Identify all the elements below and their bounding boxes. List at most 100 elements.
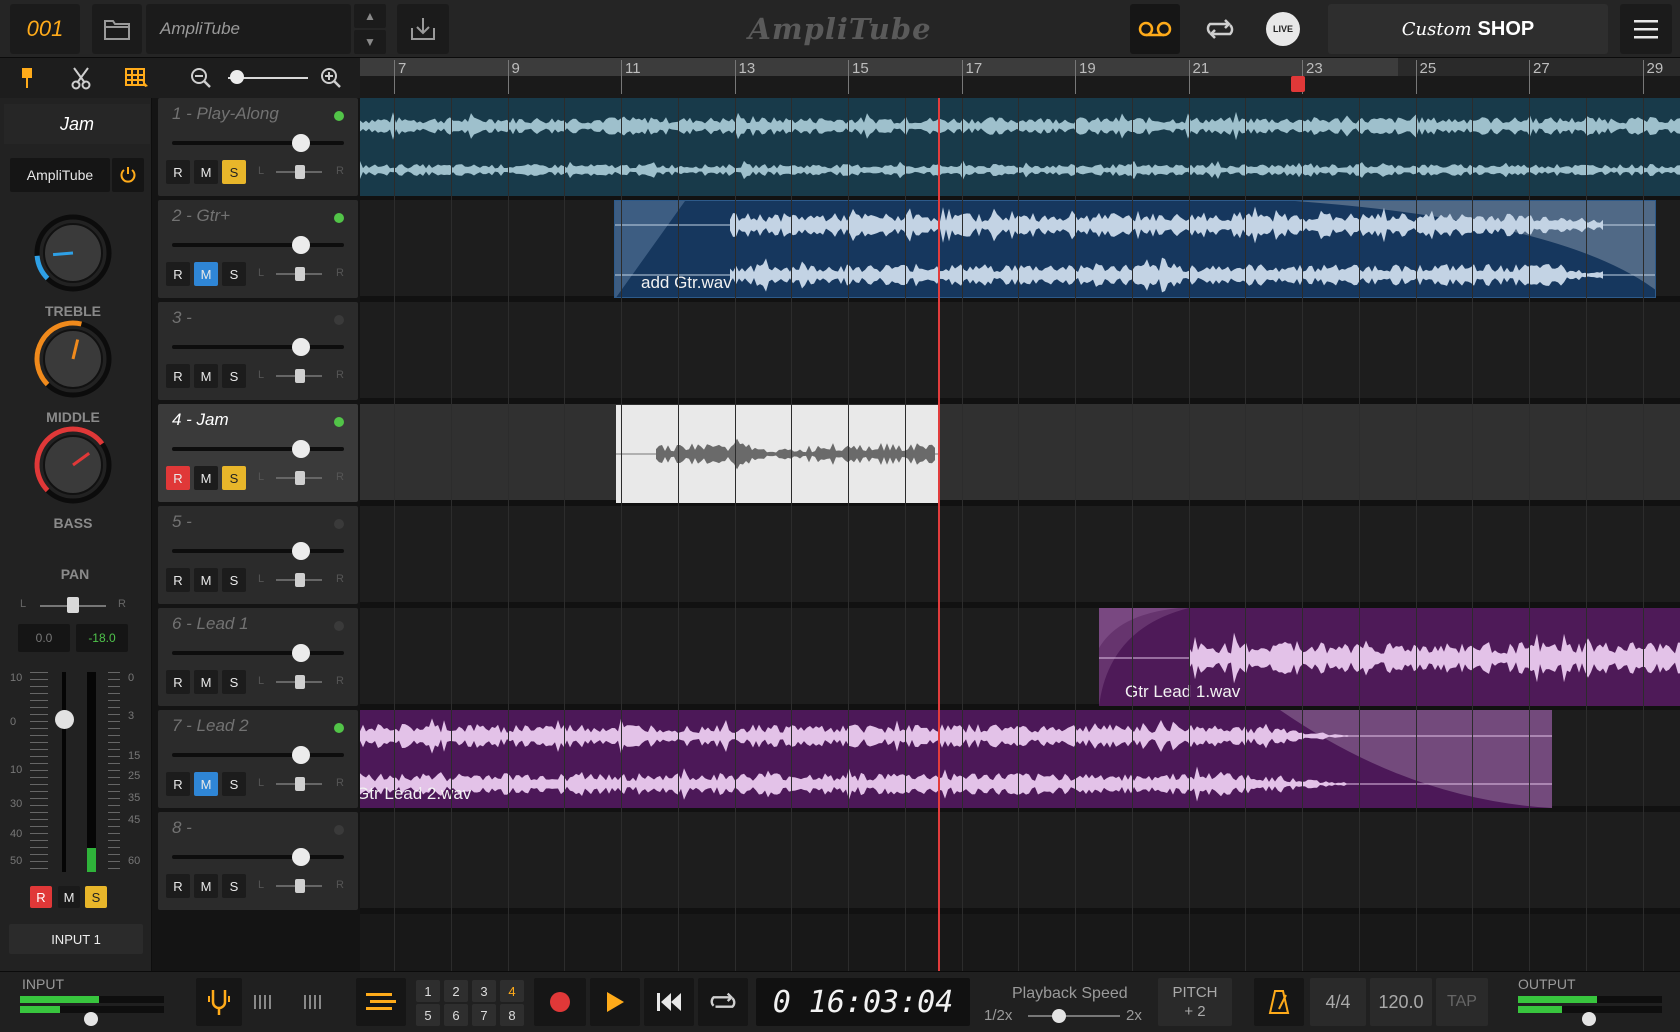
track-record-button[interactable]: R: [166, 670, 190, 694]
pan-slider-handle[interactable]: [67, 597, 79, 613]
zoom-slider-handle[interactable]: [230, 70, 244, 84]
tap-tempo-button[interactable]: TAP: [1436, 978, 1488, 1026]
timeline-ruler[interactable]: 7 9 11 13 15 17 19 21 23 25 27 29: [360, 58, 1680, 98]
speed-slider-handle[interactable]: [1052, 1009, 1066, 1023]
tape-recorder-button[interactable]: [1130, 4, 1180, 54]
zoom-out-button[interactable]: [186, 64, 216, 92]
strip-solo-button[interactable]: S: [85, 886, 107, 908]
track-lane[interactable]: [360, 404, 1680, 506]
input-gain-handle[interactable]: [84, 1012, 98, 1026]
track-lane[interactable]: [360, 506, 1680, 608]
knob-middle[interactable]: MIDDLE: [30, 316, 116, 425]
track-header[interactable]: 2 - Gtr+ R M S L R: [158, 200, 358, 298]
track-select-1[interactable]: 1: [416, 980, 440, 1002]
track-mute-button[interactable]: M: [194, 568, 218, 592]
track-volume-handle[interactable]: [292, 338, 310, 356]
track-pan-handle[interactable]: [295, 879, 305, 893]
track-solo-button[interactable]: S: [222, 262, 246, 286]
track-solo-button[interactable]: S: [222, 466, 246, 490]
track-solo-button[interactable]: S: [222, 364, 246, 388]
input-select-button[interactable]: INPUT 1: [9, 924, 143, 954]
rewind-button[interactable]: [644, 978, 694, 1026]
knob-dial[interactable]: [30, 422, 116, 508]
playhead-line[interactable]: [938, 98, 940, 971]
track-record-button[interactable]: R: [166, 772, 190, 796]
custom-shop-button[interactable]: Custom SHOP: [1328, 4, 1608, 54]
output-gain-handle[interactable]: [1582, 1012, 1596, 1026]
loop-toggle-button[interactable]: [1195, 4, 1245, 54]
preset-number[interactable]: 001: [10, 4, 80, 54]
track-volume-handle[interactable]: [292, 542, 310, 560]
timeline-lanes[interactable]: add Gtr.wav Gtr Lead 1.wav Gtr Lead 2.wa…: [360, 98, 1680, 971]
loop-range-strip[interactable]: [360, 58, 1680, 76]
track-volume-handle[interactable]: [292, 236, 310, 254]
view-mode-button-2[interactable]: [298, 978, 328, 1026]
clip-add-gtr[interactable]: add Gtr.wav: [614, 200, 1656, 298]
track-header[interactable]: 7 - Lead 2RMSLR: [158, 710, 358, 808]
main-menu-button[interactable]: [1620, 4, 1672, 54]
open-folder-button[interactable]: [92, 4, 142, 54]
play-button[interactable]: [590, 978, 640, 1026]
track-volume-track[interactable]: [172, 345, 344, 349]
track-select-6[interactable]: 6: [444, 1004, 468, 1026]
speed-slider-track[interactable]: [1028, 1015, 1120, 1017]
track-select-3[interactable]: 3: [472, 980, 496, 1002]
live-button[interactable]: LIVE: [1258, 4, 1308, 54]
tuner-button[interactable]: [196, 978, 242, 1026]
view-mode-button-1[interactable]: [248, 978, 278, 1026]
track-volume-track[interactable]: [172, 447, 344, 451]
track-record-button[interactable]: R: [166, 160, 190, 184]
track-volume-handle[interactable]: [292, 746, 310, 764]
metronome-button[interactable]: [1254, 978, 1304, 1026]
track-solo-button[interactable]: S: [222, 772, 246, 796]
track-header[interactable]: 1 - Play-Along R M S L R: [158, 98, 358, 196]
track-select-7[interactable]: 7: [472, 1004, 496, 1026]
track-pan-handle[interactable]: [295, 165, 305, 179]
track-volume-handle[interactable]: [292, 440, 310, 458]
track-volume-track[interactable]: [172, 141, 344, 145]
track-select-5[interactable]: 5: [416, 1004, 440, 1026]
track-mute-button[interactable]: M: [194, 874, 218, 898]
track-volume-handle[interactable]: [292, 644, 310, 662]
tracks-view-button[interactable]: [356, 978, 406, 1026]
track-volume-handle[interactable]: [292, 134, 310, 152]
zoom-in-button[interactable]: [316, 64, 346, 92]
track-mute-button[interactable]: M: [194, 670, 218, 694]
track-record-button[interactable]: R: [166, 262, 190, 286]
track-solo-button[interactable]: S: [222, 160, 246, 184]
track-select-8[interactable]: 8: [500, 1004, 524, 1026]
track-volume-track[interactable]: [172, 549, 344, 553]
clip-gtr-lead-2[interactable]: Gtr Lead 2.wav: [360, 710, 1552, 808]
playhead-handle[interactable]: [1291, 76, 1305, 92]
track-volume-track[interactable]: [172, 855, 344, 859]
clip-play-along[interactable]: [360, 98, 1680, 196]
knob-treble[interactable]: TREBLE: [30, 210, 116, 319]
track-select-4[interactable]: 4: [500, 980, 524, 1002]
preset-name[interactable]: AmpliTube: [146, 4, 351, 54]
preset-down-button[interactable]: ▼: [354, 30, 386, 54]
track-pan-handle[interactable]: [295, 369, 305, 383]
track-record-button[interactable]: R: [166, 364, 190, 388]
track-volume-track[interactable]: [172, 753, 344, 757]
preset-up-button[interactable]: ▲: [354, 4, 386, 28]
clip-jam-recording[interactable]: [616, 405, 938, 503]
loop-playback-button[interactable]: [698, 978, 748, 1026]
track-header[interactable]: 3 -RMSLR: [158, 302, 358, 400]
track-header[interactable]: 4 - Jam R M S L R: [158, 404, 358, 502]
cut-tool[interactable]: [66, 64, 96, 92]
snap-grid-tool[interactable]: [122, 64, 152, 92]
track-pan-handle[interactable]: [295, 675, 305, 689]
track-pan-handle[interactable]: [295, 267, 305, 281]
track-solo-button[interactable]: S: [222, 670, 246, 694]
strip-mute-button[interactable]: M: [58, 886, 80, 908]
amplitube-button[interactable]: AmpliTube: [10, 158, 110, 192]
track-mute-button[interactable]: M: [194, 262, 218, 286]
strip-record-button[interactable]: R: [30, 886, 52, 908]
track-header[interactable]: 8 -RMSLR: [158, 812, 358, 910]
track-mute-button[interactable]: M: [194, 364, 218, 388]
track-select-2[interactable]: 2: [444, 980, 468, 1002]
knob-dial[interactable]: [30, 210, 116, 296]
tempo-display[interactable]: 120.0: [1370, 978, 1432, 1026]
volume-fader-handle[interactable]: [55, 710, 74, 729]
marker-tool[interactable]: [12, 64, 42, 92]
